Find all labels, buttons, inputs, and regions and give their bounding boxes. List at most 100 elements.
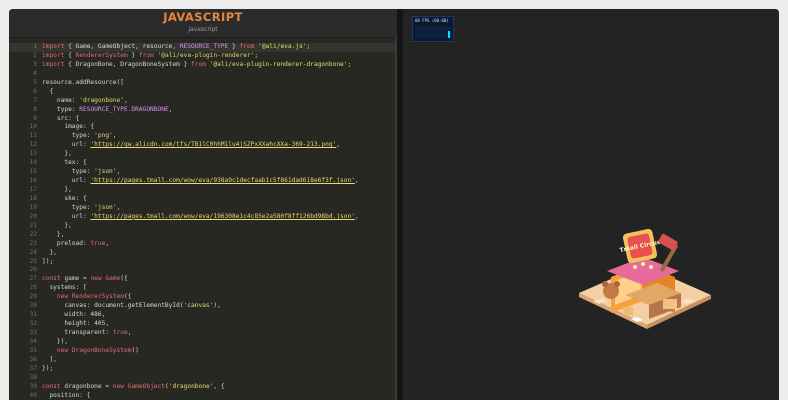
code-token: 'dragonbone' [168, 382, 214, 390]
code-line[interactable]: 30 canvas: document.getElementById('canv… [9, 302, 397, 311]
code-text: canvas: document.getElementById('canvas'… [42, 302, 221, 311]
code-line[interactable]: 27 const game = new Game({ [9, 275, 397, 284]
code-token: true [112, 329, 128, 336]
line-number: 9 [33, 114, 37, 122]
code-token: }), [42, 337, 69, 345]
code-line[interactable]: 21 }, [9, 222, 397, 231]
code-token: , { [213, 382, 225, 390]
code-line[interactable]: 20 url: 'https://pages.tmall.com/wow/eva… [9, 213, 397, 222]
code-line[interactable]: 29 new RendererSystem({ [9, 293, 397, 302]
code-line[interactable]: 7 name: 'dragonbone', [9, 97, 397, 106]
fps-label: 60 FPS (60-60) [415, 18, 449, 23]
code-text: type: 'json', [42, 204, 120, 213]
line-number: 7 [33, 96, 37, 104]
code-line[interactable]: 6 { [9, 88, 397, 97]
code-line[interactable]: 38 [9, 374, 397, 383]
code-text: name: 'dragonbone', [42, 97, 128, 106]
code-line[interactable]: 3 import { DragonBone, DragonBoneSystem }… [9, 61, 397, 70]
light-bulb [649, 265, 653, 269]
code-token: 'png' [94, 132, 113, 140]
code-line[interactable]: 33 transparent: true, [9, 329, 397, 338]
code-token: , [116, 168, 121, 176]
code-text: ]); [42, 258, 53, 267]
code-token: image: { [42, 123, 95, 131]
code-line[interactable]: 19 type: 'json', [9, 204, 397, 213]
code-token: Game [105, 275, 121, 283]
code-line[interactable]: 24 }, [9, 249, 397, 258]
code-line[interactable]: 39 const dragonbone = new GameObject('dra… [9, 383, 397, 392]
code-line[interactable]: 17 }, [9, 186, 397, 195]
code-token: new [112, 382, 124, 390]
code-token: , [168, 105, 173, 113]
code-token: }, [42, 186, 72, 193]
code-token: 'https://pages.tmall.com/wow/eva/196308e… [90, 212, 355, 220]
code-line[interactable]: 40 position: { [9, 392, 397, 400]
code-line[interactable]: 31 width: 486, [9, 311, 397, 320]
code-token: url: [42, 177, 91, 185]
code-token: , [105, 239, 110, 247]
line-number: 22 [29, 230, 37, 238]
code-text: const game = new Game({ [42, 275, 128, 284]
code-token: const [42, 275, 61, 283]
code-line[interactable]: 37}); [9, 365, 397, 374]
code-line[interactable]: 14 tex: { [9, 159, 397, 168]
line-number: 1 [33, 43, 37, 50]
code-line[interactable]: 18 ske: { [9, 195, 397, 204]
code-token: RESOURCE_TYPE [179, 43, 229, 50]
code-line[interactable]: 22 }, [9, 231, 397, 240]
code-line[interactable]: 16 url: 'https://pages.tmall.com/wow/eva… [9, 177, 397, 186]
code-text: }), [42, 338, 68, 347]
code-line[interactable]: 15 type: 'json', [9, 168, 397, 177]
code-line[interactable]: 26 [9, 266, 397, 275]
code-token: from [239, 43, 255, 50]
code-line[interactable]: 5 resource.addResource([ [9, 79, 397, 88]
line-number: 12 [29, 141, 37, 149]
code-line[interactable]: 12 url: 'https://gw.alicdn.com/tfs/TB1lC… [9, 141, 397, 150]
code-token: systems: [ [42, 284, 87, 292]
code-token: , [127, 329, 132, 336]
line-number: 40 [29, 391, 37, 399]
code-line[interactable]: 35 new DragonBoneSystem() [9, 347, 397, 356]
code-token: transparent: [42, 329, 113, 336]
code-text: type: 'png', [42, 132, 117, 141]
code-text: systems: [ [42, 284, 87, 293]
code-line[interactable]: 13 }, [9, 150, 397, 159]
code-token: src: { [42, 114, 80, 122]
code-line[interactable]: 9 src: { [9, 115, 397, 124]
code-token: { DragonBone, DragonBoneSystem } [64, 60, 192, 68]
code-line[interactable]: 28 systems: [ [9, 284, 397, 293]
code-line[interactable]: 1 import { Game, GameObject, resource, RE… [9, 43, 397, 52]
code-line[interactable]: 10 image: { [9, 123, 397, 132]
code-line[interactable]: 25]); [9, 258, 397, 267]
code-text: tex: { [42, 159, 86, 168]
code-token: 'json' [94, 168, 117, 176]
code-token: import [42, 43, 65, 50]
code-line[interactable]: 32 height: 405, [9, 320, 397, 329]
code-area[interactable]: 1 import { Game, GameObject, resource, RE… [9, 43, 397, 400]
code-text: type: 'json', [42, 168, 120, 177]
bear-ear [614, 281, 620, 287]
code-line[interactable]: 23 preload: true, [9, 240, 397, 249]
code-line[interactable]: 2 import { RendererSystem } from '@ali/ev… [9, 52, 397, 61]
code-line[interactable]: 34 }), [9, 338, 397, 347]
code-line[interactable]: 4 [9, 70, 397, 79]
code-line[interactable]: 11 type: 'png', [9, 132, 397, 141]
code-text: import { DragonBone, DragonBoneSystem } … [42, 61, 351, 70]
editor-header: JAVASCRIPT javascript [9, 9, 397, 38]
code-text: new RendererSystem({ [42, 293, 132, 302]
fps-stats-panel[interactable]: 60 FPS (60-60) [412, 16, 454, 42]
code-line[interactable]: 36 ], [9, 356, 397, 365]
code-token: DragonBoneSystem [71, 346, 132, 354]
code-text: import { RendererSystem } from '@ali/eva… [42, 52, 258, 61]
code-token: ), [213, 302, 221, 310]
code-token: , [112, 132, 117, 140]
line-number: 15 [29, 168, 37, 176]
line-number: 14 [29, 159, 37, 167]
code-line[interactable]: 8 type: RESOURCE_TYPE.DRAGONBONE, [9, 106, 397, 115]
line-number: 25 [29, 257, 37, 265]
code-token: 'dragonbone' [79, 96, 124, 104]
line-number: 27 [29, 275, 37, 283]
code-text: url: 'https://gw.alicdn.com/tfs/TB1lC0hh… [42, 141, 340, 150]
code-token: dragonbone = [60, 382, 113, 390]
code-text: new DragonBoneSystem() [42, 347, 139, 356]
